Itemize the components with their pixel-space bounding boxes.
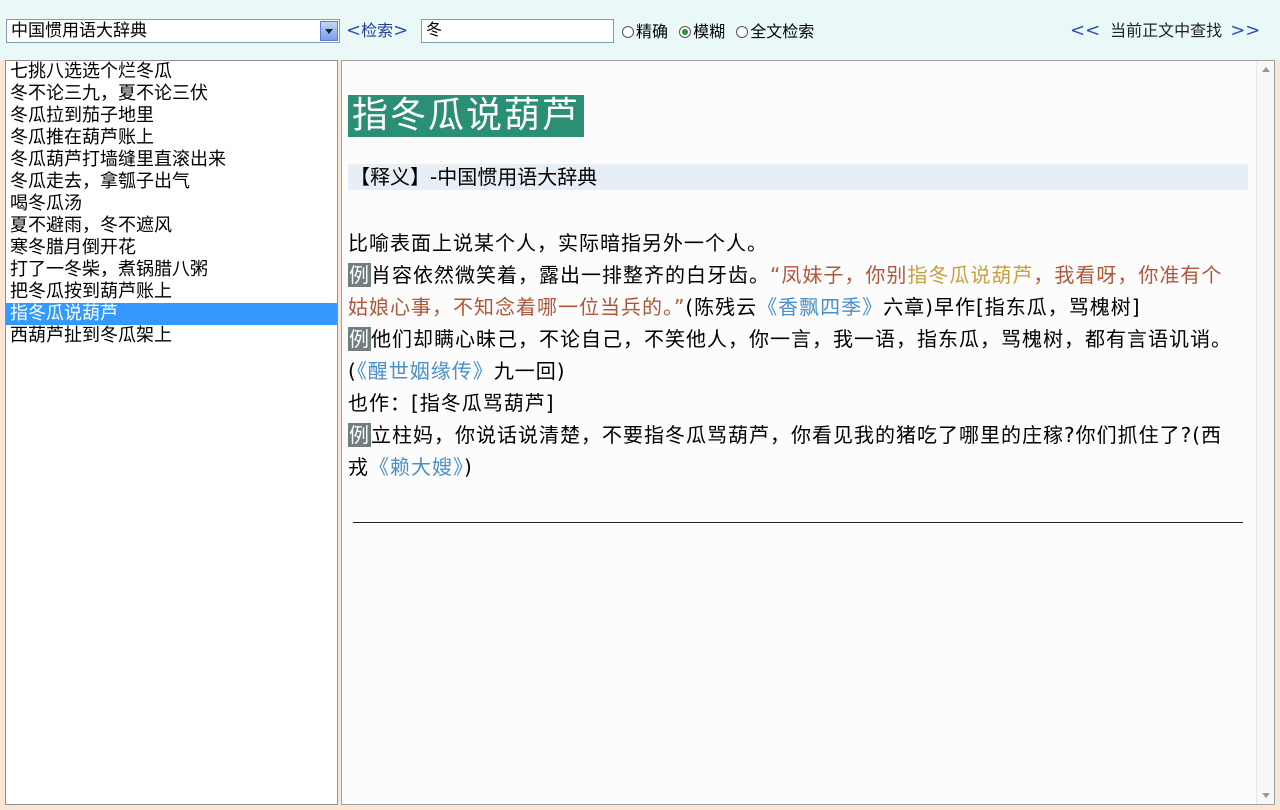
find-in-text-label: 当前正文中查找	[1110, 21, 1223, 40]
mode-fuzzy-radio[interactable]: 模糊	[679, 21, 725, 43]
find-next-button[interactable]: >>	[1230, 20, 1260, 41]
list-item[interactable]: 冬瓜推在葫芦账上	[6, 127, 337, 149]
example-3: 例立柱妈，你说话说清楚，不要指冬瓜骂葫芦，你看见我的猪吃了哪里的庄稼?你们抓住了…	[348, 419, 1238, 483]
left-angle-icon: <	[346, 20, 362, 41]
search-input[interactable]: 冬	[421, 19, 614, 43]
list-item[interactable]: 七挑八选选个烂冬瓜	[6, 61, 337, 83]
example-source-suffix: )	[464, 455, 473, 479]
find-prev-button[interactable]: <<	[1070, 20, 1100, 41]
right-angle-icon: >	[393, 20, 409, 41]
dropdown-arrow-icon[interactable]	[320, 21, 338, 41]
example-quote-highlight: 指冬瓜说葫芦	[907, 263, 1034, 287]
mode-exact-radio[interactable]: 精确	[622, 21, 668, 43]
scroll-up-arrow-icon[interactable]	[1262, 67, 1270, 72]
definition-header: 【释义】-中国惯用语大辞典	[348, 164, 1248, 190]
dictionary-select[interactable]: 中国惯用语大辞典	[6, 19, 340, 43]
list-item[interactable]: 夏不避雨，冬不遮风	[6, 215, 337, 237]
list-item[interactable]: 寒冬腊月倒开花	[6, 237, 337, 259]
list-item[interactable]: 西葫芦扯到冬瓜架上	[6, 325, 337, 347]
example-2: 例他们却瞒心昧己，不论自己，不笑他人，你一言，我一语，指东瓜，骂槐树，都有言语讥…	[348, 323, 1238, 387]
example-text: 立柱妈，你说话说清楚，不要指冬瓜骂葫芦，你看见我的猪吃了哪里的庄稼?你们抓住了?…	[348, 423, 1223, 479]
example-tag: 例	[348, 263, 371, 287]
results-list[interactable]: 七挑八选选个烂冬瓜 冬不论三九，夏不论三伏 冬瓜拉到茄子地里 冬瓜推在葫芦账上 …	[5, 60, 338, 805]
list-item[interactable]: 把冬瓜按到葫芦账上	[6, 281, 337, 303]
mode-fulltext-radio[interactable]: 全文检索	[736, 21, 814, 43]
source-link[interactable]: 《赖大嫂》	[369, 455, 464, 479]
example-tag: 例	[348, 327, 371, 351]
radio-circle-icon	[622, 26, 634, 38]
entry-body: 比喻表面上说某个人，实际暗指另外一个人。 例肖容依然微笑着，露出一排整齐的白牙齿…	[348, 227, 1238, 483]
list-item[interactable]: 冬不论三九，夏不论三伏	[6, 83, 337, 105]
example-text: 肖容依然微笑着，露出一排整齐的白牙齿。	[371, 263, 770, 287]
search-button-label: 检索	[361, 21, 394, 40]
source-link[interactable]: 《醒世姻缘传》	[357, 359, 494, 383]
example-quote: “凤妹子，你别	[770, 263, 908, 287]
divider	[353, 522, 1243, 523]
list-item[interactable]: 冬瓜拉到茄子地里	[6, 105, 337, 127]
find-in-text-bar: << 当前正文中查找 >>	[1070, 20, 1260, 42]
search-button[interactable]: <检索>	[346, 21, 408, 41]
toolbar: 中国惯用语大辞典 <检索> 冬 精确 模糊 全文检索 << 当前正文中查找 >>	[0, 0, 1280, 60]
mode-fulltext-label: 全文检索	[750, 22, 815, 41]
source-link[interactable]: 《香飘四季》	[757, 295, 883, 319]
example-tag: 例	[348, 423, 371, 447]
radio-checked-icon	[679, 26, 692, 38]
example-1: 例肖容依然微笑着，露出一排整齐的白牙齿。“凤妹子，你别指冬瓜说葫芦，我看呀，你准…	[348, 259, 1238, 323]
list-item-selected[interactable]: 指冬瓜说葫芦	[6, 303, 337, 325]
scroll-down-arrow-icon[interactable]	[1262, 793, 1270, 798]
alternate-form: 也作：[指冬瓜骂葫芦]	[348, 391, 555, 415]
list-item[interactable]: 打了一冬柴，煮锅腊八粥	[6, 259, 337, 281]
mode-exact-label: 精确	[636, 22, 669, 41]
search-mode-group: 精确 模糊 全文检索	[622, 21, 820, 43]
meaning-text: 比喻表面上说某个人，实际暗指另外一个人。	[348, 231, 768, 255]
list-item[interactable]: 冬瓜走去，拿瓠子出气	[6, 171, 337, 193]
list-item[interactable]: 喝冬瓜汤	[6, 193, 337, 215]
example-source-suffix: 六章)早作[指东瓜，骂槐树]	[883, 295, 1141, 319]
vertical-scrollbar[interactable]	[1256, 61, 1274, 804]
entry-title: 指冬瓜说葫芦	[348, 95, 585, 137]
example-source-suffix: 九一回)	[493, 359, 566, 383]
mode-fuzzy-label: 模糊	[693, 22, 726, 41]
dictionary-select-value: 中国惯用语大辞典	[11, 21, 147, 41]
example-source-prefix: (陈残云	[685, 295, 758, 319]
entry-content-panel: 指冬瓜说葫芦 【释义】-中国惯用语大辞典 比喻表面上说某个人，实际暗指另外一个人…	[341, 60, 1275, 805]
radio-circle-icon	[736, 26, 749, 38]
list-item[interactable]: 冬瓜葫芦打墙缝里直滚出来	[6, 149, 337, 171]
